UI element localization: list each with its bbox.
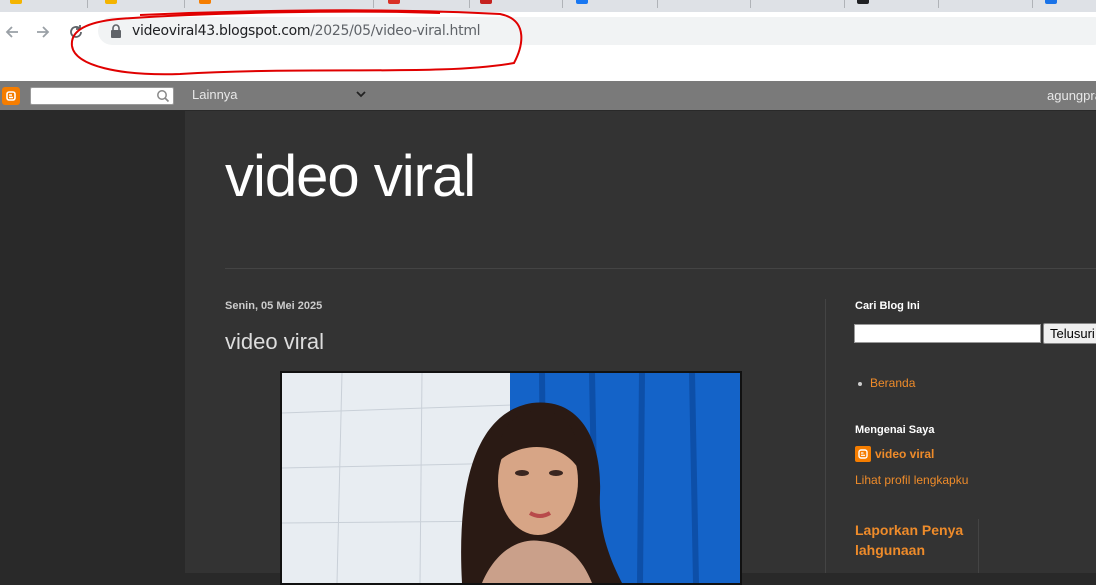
profile-name-link[interactable]: video viral [875,447,934,461]
full-profile-link[interactable]: Lihat profil lengkapku [855,473,968,487]
blogger-navbar: Lainnya agungpra [0,81,1096,110]
search-widget-heading: Cari Blog Ini [855,300,920,312]
url-path: /2025/05/video-viral.html [310,23,481,39]
post-date: Senin, 05 Mei 2025 [225,300,323,312]
forward-button[interactable] [31,20,55,44]
reload-button[interactable] [64,20,88,44]
tab-favicon[interactable] [857,0,869,4]
user-account[interactable]: agungpra [1047,88,1096,103]
blog-search-input[interactable] [854,324,1041,343]
lock-icon[interactable] [110,24,122,43]
tab-favicon[interactable] [199,0,211,4]
tab-strip [0,0,1096,12]
forward-arrow-icon [37,26,50,38]
back-arrow-icon [5,26,18,38]
post-photo [282,373,740,583]
reload-icon [70,25,82,38]
tab-separator [373,0,374,8]
tab-separator [657,0,658,8]
header-divider [225,268,1096,269]
tab-separator [750,0,751,8]
tab-favicon[interactable] [105,0,117,4]
blog-main: video viral Senin, 05 Mei 2025 video vir… [185,111,1096,585]
post-image[interactable] [280,371,742,585]
navbar-search-input[interactable] [30,87,174,105]
search-icon[interactable] [156,89,170,103]
report-abuse-heading[interactable]: Laporkan Penyalahgunaan [855,520,965,560]
tab-separator [469,0,470,8]
sidebar-divider [978,519,979,573]
column-divider [825,299,826,573]
address-bar[interactable]: videoviral43.blogspot.com/2025/05/video-… [98,17,1096,45]
more-menu[interactable]: Lainnya [192,87,238,102]
blogger-profile-icon[interactable] [855,446,871,462]
url-host: videoviral43.blogspot.com [132,23,311,39]
tab-separator [562,0,563,8]
list-bullet [858,382,862,386]
back-button[interactable] [0,20,24,44]
tab-separator [87,0,88,8]
tab-separator [844,0,845,8]
tab-favicon[interactable] [576,0,588,4]
chrome-spacer [0,54,1096,81]
about-heading: Mengenai Saya [855,424,935,436]
tab-favicon[interactable] [480,0,492,4]
tab-separator [184,0,185,8]
tab-favicon[interactable] [388,0,400,4]
search-button[interactable]: Telusuri [1043,323,1096,344]
blogger-icon[interactable] [2,87,20,105]
blog-title[interactable]: video viral [225,143,476,210]
tab-separator [1032,0,1033,8]
tab-favicon[interactable] [10,0,22,4]
tab-favicon[interactable] [1045,0,1057,4]
post-title[interactable]: video viral [225,329,324,355]
tab-separator [938,0,939,8]
chevron-down-icon[interactable] [355,89,367,99]
url-text[interactable]: videoviral43.blogspot.com/2025/05/video-… [132,23,481,39]
page-link-home[interactable]: Beranda [870,376,915,390]
